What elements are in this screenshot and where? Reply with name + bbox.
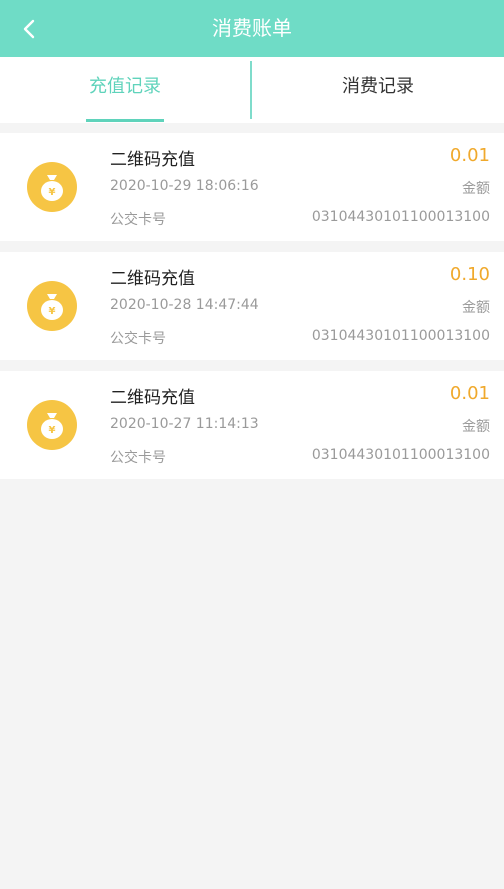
money-bag-icon: ¥: [27, 400, 77, 450]
svg-text:¥: ¥: [49, 187, 56, 198]
record-amount: 0.01: [449, 383, 490, 404]
amount-label: 金额: [462, 419, 490, 435]
card-number-label: 公交卡号: [110, 331, 166, 347]
list-item[interactable]: ¥ 二维码充值 0.10 2020-10-28 14:47:44 金额 公交卡号…: [0, 252, 504, 360]
record-amount: 0.01: [449, 145, 490, 166]
svg-text:¥: ¥: [49, 425, 56, 436]
page-title: 消费账单: [212, 16, 292, 40]
record-amount: 0.10: [449, 264, 490, 285]
record-title: 二维码充值: [110, 150, 195, 170]
tab-recharge-records[interactable]: 充值记录: [0, 57, 250, 123]
record-title: 二维码充值: [110, 388, 195, 408]
tab-consume-records[interactable]: 消费记录: [252, 57, 504, 123]
list-item[interactable]: ¥ 二维码充值 0.01 2020-10-29 18:06:16 金额 公交卡号…: [0, 133, 504, 241]
record-time: 2020-10-28 14:47:44: [110, 297, 259, 313]
amount-label: 金额: [462, 300, 490, 316]
tab-bar: 充值记录 消费记录: [0, 57, 504, 123]
record-time: 2020-10-29 18:06:16: [110, 178, 259, 194]
amount-label: 金额: [462, 181, 490, 197]
money-bag-icon: ¥: [27, 281, 77, 331]
card-number: 03104430101100013100: [311, 328, 490, 344]
header-bar: 消费账单: [0, 0, 504, 57]
money-bag-icon: ¥: [27, 162, 77, 212]
card-number: 03104430101100013100: [311, 447, 490, 463]
svg-text:¥: ¥: [49, 306, 56, 317]
active-tab-indicator: [86, 119, 164, 122]
card-number-label: 公交卡号: [110, 212, 166, 228]
list-item[interactable]: ¥ 二维码充值 0.01 2020-10-27 11:14:13 金额 公交卡号…: [0, 371, 504, 479]
record-title: 二维码充值: [110, 269, 195, 289]
card-number-label: 公交卡号: [110, 450, 166, 466]
record-time: 2020-10-27 11:14:13: [110, 416, 259, 432]
card-number: 03104430101100013100: [311, 209, 490, 225]
